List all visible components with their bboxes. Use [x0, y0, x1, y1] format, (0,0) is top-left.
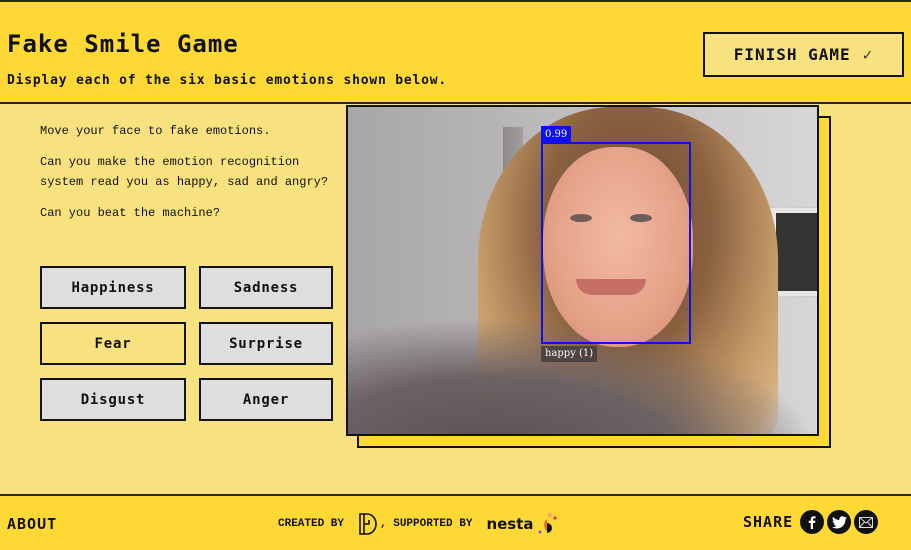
page-subtitle: Display each of the six basic emotions s… [7, 73, 447, 88]
emotion-button-surprise[interactable]: Surprise [199, 322, 333, 365]
footer: ABOUT CREATED BY , SUPPORTED BY nesta SH… [0, 494, 911, 550]
twitter-icon[interactable] [827, 510, 852, 534]
share-section: SHARE [743, 510, 879, 534]
instructions: Move your face to fake emotions. Can you… [40, 121, 340, 234]
facebook-icon[interactable] [800, 510, 825, 534]
share-label: SHARE [743, 513, 794, 531]
nesta-mark-icon [538, 512, 557, 534]
created-by-label: CREATED BY [278, 518, 345, 530]
instruction-text: Move your face to fake emotions. [40, 124, 271, 138]
emotion-button-fear[interactable]: Fear [40, 322, 186, 365]
face-bounding-box [541, 142, 691, 344]
finish-game-label: FINISH GAME [733, 45, 851, 64]
nesta-logo-text: nesta [486, 515, 534, 533]
instruction-text: Can you make the emotion recognition sys… [40, 155, 329, 189]
creator-logo-icon[interactable] [358, 513, 378, 535]
detection-score: 0.99 [541, 126, 572, 143]
check-icon: ✓ [862, 45, 874, 64]
emotion-button-happiness[interactable]: Happiness [40, 266, 186, 309]
nesta-logo[interactable]: nesta [486, 512, 557, 536]
supported-by-label: , SUPPORTED BY [380, 518, 473, 530]
credits: CREATED BY , SUPPORTED BY nesta [278, 512, 558, 536]
emotion-button-sadness[interactable]: Sadness [199, 266, 333, 309]
page-title: Fake Smile Game [7, 30, 239, 58]
webcam-feed: 0.99 happy (1) [346, 105, 819, 436]
instruction-text: Can you beat the machine? [40, 206, 221, 220]
finish-game-button[interactable]: FINISH GAME ✓ [703, 32, 904, 77]
about-link[interactable]: ABOUT [7, 515, 57, 533]
detection-label: happy (1) [541, 346, 598, 362]
emotion-button-anger[interactable]: Anger [199, 378, 333, 421]
email-icon[interactable] [854, 510, 879, 534]
emotion-button-disgust[interactable]: Disgust [40, 378, 186, 421]
header: Fake Smile Game Display each of the six … [0, 0, 911, 104]
